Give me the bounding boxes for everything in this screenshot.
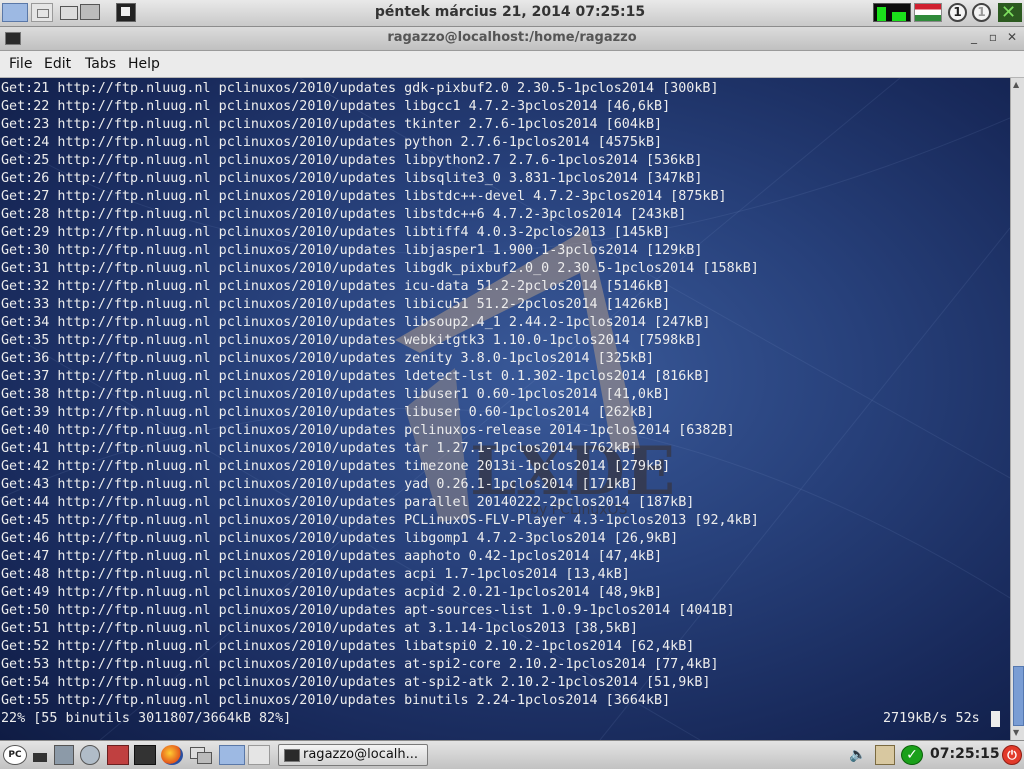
terminal-line: Get:30 http://ftp.nluug.nl pclinuxos/201… <box>1 243 703 258</box>
terminal-line: Get:42 http://ftp.nluug.nl pclinuxos/201… <box>1 459 671 474</box>
package-manager-icon[interactable] <box>107 745 129 765</box>
terminal-line: Get:53 http://ftp.nluug.nl pclinuxos/201… <box>1 657 719 672</box>
terminal-line: Get:51 http://ftp.nluug.nl pclinuxos/201… <box>1 621 638 636</box>
terminal-icon <box>284 749 300 762</box>
terminal-line: Get:21 http://ftp.nluug.nl pclinuxos/201… <box>1 81 719 96</box>
menu-tabs[interactable]: Tabs <box>85 56 116 72</box>
terminal-line: Get:49 http://ftp.nluug.nl pclinuxos/201… <box>1 585 663 600</box>
terminal-scrollbar[interactable]: ▲ ▼ <box>1010 78 1024 740</box>
terminal-line: Get:50 http://ftp.nluug.nl pclinuxos/201… <box>1 603 735 618</box>
menu-help[interactable]: Help <box>128 56 160 72</box>
window-title-bar[interactable]: ragazzo@localhost:/home/ragazzo _ ▫ ✕ <box>0 27 1024 51</box>
close-button[interactable]: ✕ <box>1004 30 1020 44</box>
apt-progress-line: 22% [55 binutils 3011807/3664kB 82%] 271… <box>1 710 1001 728</box>
menu-edit[interactable]: Edit <box>44 56 71 72</box>
xkill-icon[interactable] <box>998 2 1022 23</box>
bottom-panel: PC ragazzo@localh... 🔈 ✓ 07:25:15 ⏻ <box>0 740 1024 769</box>
power-icon[interactable]: ⏻ <box>1002 745 1022 765</box>
terminal-line: Get:39 http://ftp.nluug.nl pclinuxos/201… <box>1 405 655 420</box>
workspace-1-indicator[interactable]: 1 <box>948 3 967 22</box>
terminal-line: Get:43 http://ftp.nluug.nl pclinuxos/201… <box>1 477 638 492</box>
terminal-line: Get:41 http://ftp.nluug.nl pclinuxos/201… <box>1 441 638 456</box>
terminal-line: Get:32 http://ftp.nluug.nl pclinuxos/201… <box>1 279 671 294</box>
terminal-line: Get:23 http://ftp.nluug.nl pclinuxos/201… <box>1 117 663 132</box>
terminal-line: Get:54 http://ftp.nluug.nl pclinuxos/201… <box>1 675 711 690</box>
terminal-launcher-icon[interactable] <box>116 3 136 22</box>
scroll-up-arrow-icon[interactable]: ▲ <box>1013 80 1019 89</box>
terminal-line: Get:45 http://ftp.nluug.nl pclinuxos/201… <box>1 513 759 528</box>
terminal-line: Get:47 http://ftp.nluug.nl pclinuxos/201… <box>1 549 663 564</box>
volume-icon[interactable]: 🔈 <box>849 745 867 765</box>
terminal-line: Get:52 http://ftp.nluug.nl pclinuxos/201… <box>1 639 695 654</box>
show-desktop-icon[interactable] <box>31 745 49 765</box>
pager-desktop-1[interactable] <box>219 745 245 765</box>
terminal-line: Get:28 http://ftp.nluug.nl pclinuxos/201… <box>1 207 687 222</box>
terminal-line: Get:24 http://ftp.nluug.nl pclinuxos/201… <box>1 135 663 150</box>
terminal-line: Get:29 http://ftp.nluug.nl pclinuxos/201… <box>1 225 671 240</box>
pager-desktop-2[interactable] <box>248 745 270 765</box>
desktop-1-button[interactable] <box>2 3 28 22</box>
terminal-line: Get:38 http://ftp.nluug.nl pclinuxos/201… <box>1 387 671 402</box>
terminal-output: Get:21 http://ftp.nluug.nl pclinuxos/201… <box>1 80 759 710</box>
download-rate: 2719kB/s 52s <box>883 711 980 726</box>
update-notifier-icon[interactable]: ✓ <box>901 745 923 765</box>
terminal-line: Get:31 http://ftp.nluug.nl pclinuxos/201… <box>1 261 759 276</box>
maximize-button[interactable]: ▫ <box>985 30 1001 44</box>
terminal-line: Get:33 http://ftp.nluug.nl pclinuxos/201… <box>1 297 671 312</box>
settings-icon[interactable] <box>80 745 100 765</box>
terminal-line: Get:34 http://ftp.nluug.nl pclinuxos/201… <box>1 315 711 330</box>
menu-file[interactable]: File <box>9 56 32 72</box>
firefox-icon[interactable] <box>161 745 183 765</box>
terminal-line: Get:44 http://ftp.nluug.nl pclinuxos/201… <box>1 495 695 510</box>
keyboard-layout-flag-icon[interactable] <box>914 3 942 22</box>
window-title: ragazzo@localhost:/home/ragazzo <box>387 30 637 45</box>
workspace-2-indicator[interactable]: 1 <box>972 3 991 22</box>
text-cursor <box>991 711 1000 727</box>
clipboard-icon[interactable] <box>875 745 895 765</box>
terminal-line: Get:36 http://ftp.nluug.nl pclinuxos/201… <box>1 351 655 366</box>
desktop-2-button[interactable] <box>31 3 53 22</box>
terminal-area[interactable]: LXDE by PCLinuxOS Get:21 http://ftp.nluu… <box>0 78 1010 740</box>
terminal-line: Get:37 http://ftp.nluug.nl pclinuxos/201… <box>1 369 711 384</box>
terminal-line: Get:55 http://ftp.nluug.nl pclinuxos/201… <box>1 693 671 708</box>
terminal-line: Get:46 http://ftp.nluug.nl pclinuxos/201… <box>1 531 679 546</box>
window-switcher-icon[interactable] <box>190 745 212 765</box>
file-manager-icon[interactable] <box>54 745 74 765</box>
scrollbar-thumb[interactable] <box>1013 666 1024 726</box>
terminal-line: Get:25 http://ftp.nluug.nl pclinuxos/201… <box>1 153 703 168</box>
top-panel: péntek március 21, 2014 07:25:15 1 1 <box>0 0 1024 27</box>
taskbar-terminal-button[interactable]: ragazzo@localh... <box>278 744 428 766</box>
terminal-line: Get:48 http://ftp.nluug.nl pclinuxos/201… <box>1 567 630 582</box>
terminal-line: Get:40 http://ftp.nluug.nl pclinuxos/201… <box>1 423 735 438</box>
menu-bar: File Edit Tabs Help <box>0 51 1024 78</box>
terminal-line: Get:26 http://ftp.nluug.nl pclinuxos/201… <box>1 171 703 186</box>
panel-datetime[interactable]: péntek március 21, 2014 07:25:15 <box>340 4 680 20</box>
panel-clock[interactable]: 07:25:15 <box>930 746 1000 762</box>
taskbar-item-label: ragazzo@localh... <box>303 747 419 762</box>
progress-status: 22% [55 binutils 3011807/3664kB 82%] <box>1 711 292 726</box>
terminal-line: Get:35 http://ftp.nluug.nl pclinuxos/201… <box>1 333 703 348</box>
terminal-line: Get:22 http://ftp.nluug.nl pclinuxos/201… <box>1 99 671 114</box>
main-menu-button[interactable]: PC <box>3 745 27 765</box>
minimize-button[interactable]: _ <box>966 30 982 44</box>
window-list-icon[interactable] <box>58 3 104 22</box>
cpu-monitor-icon[interactable] <box>873 3 911 22</box>
terminal-monitor-icon[interactable] <box>134 745 156 765</box>
terminal-line: Get:27 http://ftp.nluug.nl pclinuxos/201… <box>1 189 727 204</box>
scroll-down-arrow-icon[interactable]: ▼ <box>1013 728 1019 737</box>
